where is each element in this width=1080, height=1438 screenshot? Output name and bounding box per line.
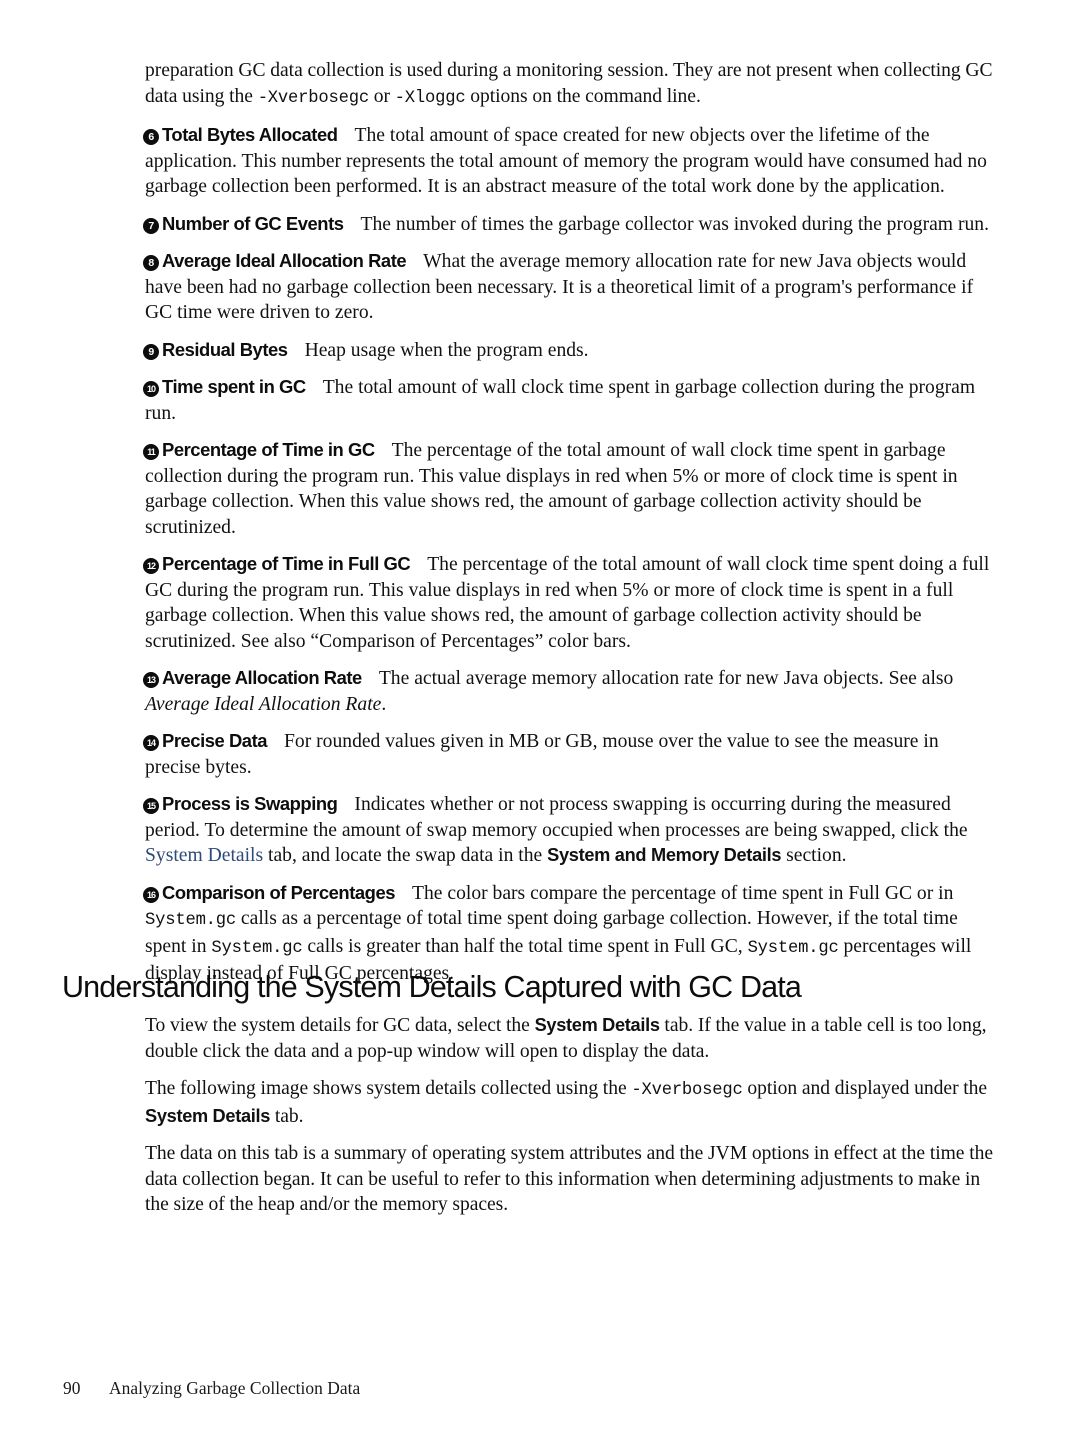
- callout-number-badge-15: 15: [143, 798, 159, 814]
- paragraph-view-system-details: To view the system details for GC data, …: [145, 1013, 997, 1064]
- intro-paragraph: preparation GC data collection is used d…: [145, 58, 997, 111]
- p1-text-before: To view the system details for GC data, …: [145, 1015, 535, 1036]
- callout-item-13: 13 Average Allocation Rate The actual aver…: [143, 665, 997, 717]
- callout-number-badge-9: 9: [143, 343, 159, 360]
- callout-number-badge-7: 7: [143, 217, 159, 234]
- callout-term-13: Average Allocation Rate: [162, 667, 362, 688]
- page-footer: 90 Analyzing Garbage Collection Data: [63, 1378, 360, 1399]
- system-details-tab-link[interactable]: System Details: [145, 845, 263, 866]
- intro-text-3: options on the command line.: [465, 85, 701, 107]
- callout-term-8: Average Ideal Allocation Rate: [162, 250, 407, 271]
- callout-item-9: 9 Residual Bytes Heap usage when the progr…: [143, 337, 997, 364]
- callout-term-6: Total Bytes Allocated: [162, 124, 338, 145]
- option-xloggc: -Xloggc: [394, 88, 466, 108]
- callout-body-15-text-3: section.: [781, 845, 847, 866]
- intro-text-2: or: [368, 85, 395, 107]
- callout-body-15-text-2: tab, and locate the swap data in the: [263, 845, 548, 866]
- callout-term-16: Comparison of Percentages: [162, 881, 396, 903]
- system-details-tab-label-1: System Details: [534, 1015, 660, 1035]
- callout-body-13-after: .: [381, 693, 387, 715]
- p2-text-after: tab.: [270, 1105, 304, 1127]
- callout-term-11: Percentage of Time in GC: [162, 439, 375, 460]
- callout-body-7: The number of times the garbage collecto…: [360, 213, 989, 235]
- document-page: preparation GC data collection is used d…: [0, 0, 1080, 1438]
- callout-body-16-text-1: The color bars compare the percentage of…: [412, 882, 954, 904]
- p2-text-mid: option and displayed under the: [742, 1078, 988, 1099]
- post-heading-text-column: To view the system details for GC data, …: [145, 1013, 997, 1230]
- option-xverbosegc: -Xverbosegc: [257, 88, 369, 108]
- system-gc-code-3: System.gc: [747, 938, 839, 958]
- footer-chapter-title: Analyzing Garbage Collection Data: [109, 1378, 361, 1398]
- callout-number-badge-14: 14: [143, 735, 159, 751]
- p2-text-before: The following image shows system details…: [145, 1078, 632, 1099]
- callout-body-16-text-3: calls is greater than half the total tim…: [302, 935, 748, 957]
- callout-number-badge-6: 6: [143, 129, 159, 145]
- callout-body-13-before: The actual average memory allocation rat…: [378, 668, 954, 689]
- callout-number-badge-10: 10: [143, 381, 159, 397]
- cross-reference-italic: Average Ideal Allocation Rate: [145, 693, 382, 715]
- callout-item-8: 8 Average Ideal Allocation Rate What the a…: [143, 248, 997, 326]
- option-xverbosegc-2: -Xverbosegc: [631, 1081, 743, 1100]
- callout-item-10: 10 Time spent in GC The total amount of wa…: [143, 374, 997, 426]
- callout-number-badge-16: 16: [143, 886, 159, 903]
- callout-item-7: 7 Number of GC Events The number of times …: [143, 211, 997, 238]
- system-details-tab-label-2: System Details: [145, 1105, 271, 1126]
- callout-item-12: 12 Percentage of Time in Full GC The perce…: [143, 551, 997, 654]
- callout-item-14: 14 Precise Data For rounded values given i…: [143, 728, 997, 780]
- callout-item-15: 15 Process is Swapping Indicates whether o…: [143, 791, 997, 869]
- system-and-memory-details-label: System and Memory Details: [547, 845, 782, 865]
- system-gc-code-1: System.gc: [145, 911, 237, 930]
- callout-number-badge-8: 8: [143, 255, 159, 271]
- callout-body-9: Heap usage when the program ends.: [304, 339, 589, 361]
- paragraph-following-image: The following image shows system details…: [145, 1076, 997, 1129]
- callout-term-9: Residual Bytes: [162, 338, 288, 360]
- callout-term-7: Number of GC Events: [162, 212, 344, 234]
- system-gc-code-2: System.gc: [211, 938, 303, 958]
- paragraph-tab-data-summary: The data on this tab is a summary of ope…: [145, 1143, 993, 1215]
- callout-term-15: Process is Swapping: [162, 793, 338, 814]
- callout-term-14: Precise Data: [162, 730, 268, 751]
- callout-number-badge-12: 12: [143, 558, 159, 574]
- callout-item-6: 6 Total Bytes Allocated The total amount o…: [143, 122, 997, 200]
- callout-number-badge-13: 13: [143, 672, 159, 688]
- main-text-column: preparation GC data collection is used d…: [143, 58, 997, 998]
- section-heading: Understanding the System Details Capture…: [62, 970, 802, 1004]
- footer-page-number: 90: [63, 1378, 81, 1398]
- callout-term-10: Time spent in GC: [162, 376, 306, 397]
- callout-number-badge-11: 11: [143, 444, 159, 460]
- callout-item-11: 11 Percentage of Time in GC The percentage…: [143, 437, 997, 540]
- callout-term-12: Percentage of Time in Full GC: [162, 553, 411, 574]
